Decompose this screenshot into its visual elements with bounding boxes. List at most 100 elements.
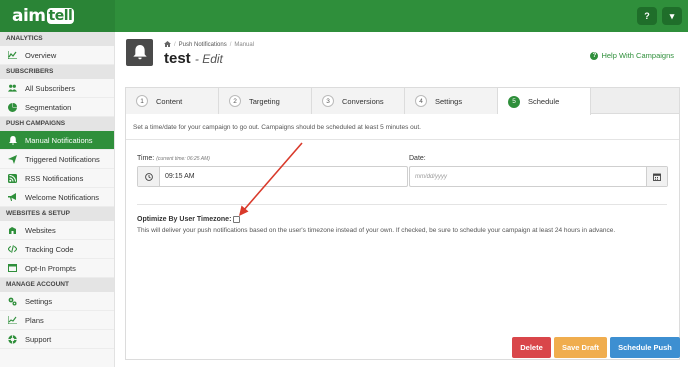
campaign-name: test	[164, 50, 191, 67]
sidebar-item-label: Tracking Code	[25, 244, 74, 254]
sidebar-item-manual-notifications[interactable]: Manual Notifications	[0, 131, 114, 150]
chart-icon	[8, 51, 17, 60]
sidebar-item-settings[interactable]: Settings	[0, 292, 114, 311]
tab-label: Schedule	[528, 97, 560, 106]
time-input[interactable]: 09:15 AM	[160, 167, 407, 186]
sidebar-item-support[interactable]: Support	[0, 330, 114, 349]
tab-label: Conversions	[342, 96, 384, 106]
tab-label: Content	[156, 96, 183, 106]
sidebar-item-label: Segmentation	[25, 102, 72, 112]
breadcrumb-parent[interactable]: Push Notifications	[179, 42, 227, 48]
logo-prefix: aim	[12, 6, 46, 26]
top-bar: aim tell ? ▾	[0, 0, 688, 32]
clock-addon	[138, 167, 160, 186]
sidebar-item-label: Opt-In Prompts	[25, 263, 76, 273]
globe-icon	[8, 226, 17, 235]
sidebar-item-label: Manual Notifications	[25, 135, 93, 145]
users-icon	[8, 84, 17, 93]
current-time-hint: (current time: 06:25 AM)	[156, 156, 210, 162]
time-label: Time: (current time: 06:25 AM)	[137, 155, 210, 162]
delete-button[interactable]: Delete	[512, 337, 551, 358]
home-icon[interactable]	[164, 41, 171, 49]
timezone-description: This will deliver your push notification…	[137, 227, 616, 234]
tab-content[interactable]: 1 Content	[126, 88, 219, 114]
step-number: 4	[415, 95, 427, 107]
schedule-push-button[interactable]: Schedule Push	[610, 337, 680, 358]
bell-icon	[132, 45, 147, 60]
campaign-type-badge	[126, 39, 153, 66]
sidebar-item-label: Overview	[25, 50, 57, 60]
date-input[interactable]: mm/dd/yyyy	[410, 167, 646, 186]
sidebar-item-all-subscribers[interactable]: All Subscribers	[0, 79, 114, 98]
sidebar-item-label: RSS Notifications	[25, 173, 84, 183]
timezone-option: Optimize By User Timezone:	[137, 216, 241, 223]
tab-settings[interactable]: 4 Settings	[405, 88, 498, 114]
page-subtitle: - Edit	[194, 52, 223, 66]
timezone-checkbox[interactable]	[233, 216, 241, 223]
page-title: test - Edit	[164, 50, 223, 67]
sidebar-item-label: Websites	[25, 225, 56, 235]
sidebar-item-label: Welcome Notifications	[25, 192, 100, 202]
breadcrumb: / Push Notifications / Manual	[164, 41, 254, 49]
sidebar-item-websites[interactable]: Websites	[0, 221, 114, 240]
line-chart-icon	[8, 316, 17, 325]
sidebar-item-opt-in-prompts[interactable]: Opt-In Prompts	[0, 259, 114, 278]
date-input-group[interactable]: mm/dd/yyyy	[409, 166, 668, 187]
sidebar-item-label: Support	[25, 334, 52, 344]
divider	[126, 139, 679, 140]
sidebar-item-plans[interactable]: Plans	[0, 311, 114, 330]
sidebar-item-rss-notifications[interactable]: RSS Notifications	[0, 169, 114, 188]
wizard-tabs: 1 Content 2 Targeting 3 Conversions 4 Se…	[126, 88, 679, 115]
code-icon	[8, 245, 17, 254]
account-dropdown-button[interactable]: ▾	[662, 7, 682, 25]
step-number: 1	[136, 95, 148, 107]
sidebar: ANALYTICS Overview SUBSCRIBERS All Subsc…	[0, 32, 115, 367]
lifebuoy-icon	[8, 334, 17, 344]
help-with-campaigns-link[interactable]: ? Help With Campaigns	[590, 51, 674, 60]
caret-down-icon: ▾	[669, 10, 675, 21]
time-label-text: Time:	[137, 155, 155, 162]
sidebar-section-websites-setup: WEBSITES & SETUP	[0, 207, 114, 221]
tab-bar-fill	[591, 88, 679, 113]
sidebar-item-welcome-notifications[interactable]: Welcome Notifications	[0, 188, 114, 207]
sidebar-section-subscribers: SUBSCRIBERS	[0, 65, 114, 79]
help-button[interactable]: ?	[637, 7, 657, 25]
tab-schedule[interactable]: 5 Schedule	[498, 88, 591, 115]
sidebar-item-label: All Subscribers	[25, 83, 76, 93]
bullhorn-icon	[8, 193, 17, 202]
step-number: 2	[229, 95, 241, 107]
time-input-group[interactable]: 09:15 AM	[137, 166, 408, 187]
sidebar-item-tracking-code[interactable]: Tracking Code	[0, 240, 114, 259]
divider	[137, 204, 667, 205]
tab-label: Settings	[435, 96, 463, 106]
sidebar-section-push-campaigns: PUSH CAMPAIGNS	[0, 117, 114, 131]
main-content: / Push Notifications / Manual test - Edi…	[115, 32, 688, 367]
calendar-button[interactable]	[646, 167, 667, 186]
tab-targeting[interactable]: 2 Targeting	[219, 88, 312, 114]
logo-area[interactable]: aim tell	[0, 0, 115, 32]
step-number: 3	[322, 95, 334, 107]
pie-icon	[8, 102, 17, 112]
breadcrumb-separator: /	[174, 42, 176, 48]
date-label: Date:	[409, 155, 426, 162]
question-icon: ?	[644, 11, 650, 21]
send-icon	[8, 154, 17, 164]
sidebar-item-triggered-notifications[interactable]: Triggered Notifications	[0, 150, 114, 169]
sidebar-section-analytics: ANALYTICS	[0, 32, 114, 46]
gears-icon	[8, 297, 17, 306]
sidebar-item-segmentation[interactable]: Segmentation	[0, 98, 114, 117]
step-number: 5	[508, 95, 520, 108]
bell-icon	[8, 135, 17, 145]
tab-conversions[interactable]: 3 Conversions	[312, 88, 405, 114]
campaign-editor-panel: 1 Content 2 Targeting 3 Conversions 4 Se…	[125, 87, 680, 360]
clock-icon	[144, 172, 153, 181]
calendar-icon	[653, 173, 661, 181]
logo-suffix: tell	[46, 8, 75, 24]
timezone-label: Optimize By User Timezone:	[137, 216, 232, 223]
sidebar-item-overview[interactable]: Overview	[0, 46, 114, 65]
save-draft-button[interactable]: Save Draft	[554, 337, 607, 358]
aimtell-logo[interactable]: aim tell	[12, 6, 75, 26]
breadcrumb-separator: /	[229, 42, 232, 48]
window-icon	[8, 264, 17, 273]
breadcrumb-current: Manual	[234, 42, 255, 48]
